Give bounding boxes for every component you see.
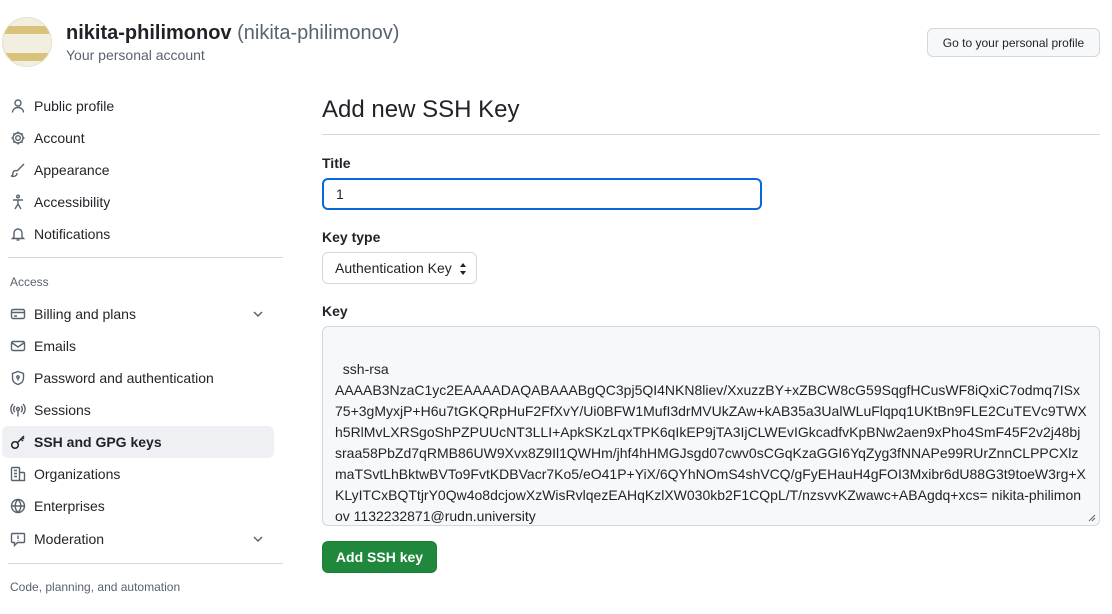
- organization-icon: [10, 466, 26, 482]
- bell-icon: [10, 226, 26, 242]
- sidebar-divider: [8, 257, 283, 258]
- sidebar-item-ssh-gpg-keys[interactable]: SSH and GPG keys: [2, 426, 274, 458]
- account-subtitle: Your personal account: [66, 47, 205, 63]
- sidebar-item-moderation[interactable]: Moderation: [2, 523, 274, 555]
- account-name: nikita-philimonov (nikita-philimonov): [66, 22, 399, 45]
- sidebar-item-notifications[interactable]: Notifications: [2, 218, 274, 250]
- sidebar-item-organizations[interactable]: Organizations: [2, 458, 274, 490]
- account-handle: (nikita-philimonov): [237, 22, 400, 44]
- select-arrows-icon: [460, 263, 466, 275]
- sidebar-item-appearance[interactable]: Appearance: [2, 154, 274, 186]
- sidebar-item-enterprises[interactable]: Enterprises: [2, 490, 274, 522]
- sidebar-item-label: Accessibility: [34, 194, 111, 210]
- chevron-down-icon[interactable]: [250, 306, 266, 322]
- sidebar-item-emails[interactable]: Emails: [2, 330, 274, 362]
- paintbrush-icon: [10, 162, 26, 178]
- key-type-value: Authentication Key: [335, 260, 452, 276]
- broadcast-icon: [10, 402, 26, 418]
- gear-icon: [10, 130, 26, 146]
- title-field-label: Title: [322, 155, 351, 171]
- sidebar-item-label: Appearance: [34, 162, 110, 178]
- key-type-label: Key type: [322, 229, 381, 245]
- sidebar-item-label: Moderation: [34, 531, 105, 547]
- person-icon: [10, 98, 26, 114]
- display-name: nikita-philimonov: [66, 22, 232, 44]
- title-input[interactable]: [322, 178, 762, 210]
- sidebar-item-label: Notifications: [34, 226, 111, 242]
- chevron-down-icon[interactable]: [250, 531, 266, 547]
- resize-handle-icon[interactable]: [1088, 514, 1096, 522]
- report-icon: [10, 531, 26, 547]
- sidebar-item-sessions[interactable]: Sessions: [2, 394, 274, 426]
- go-to-profile-button[interactable]: Go to your personal profile: [927, 28, 1100, 57]
- sidebar-item-public-profile[interactable]: Public profile: [2, 90, 274, 122]
- add-ssh-key-button[interactable]: Add SSH key: [322, 541, 437, 573]
- section-label-access: Access: [10, 275, 49, 289]
- sidebar-item-label: Billing and plans: [34, 306, 136, 322]
- sidebar-item-label: Emails: [34, 338, 77, 354]
- avatar: [2, 17, 52, 67]
- key-icon: [10, 434, 26, 450]
- sidebar-item-label: Password and authentication: [34, 370, 214, 386]
- key-type-select[interactable]: Authentication Key: [322, 252, 477, 284]
- sidebar-item-accessibility[interactable]: Accessibility: [2, 186, 274, 218]
- sidebar-item-label: SSH and GPG keys: [34, 434, 162, 450]
- sidebar-item-label: Organizations: [34, 466, 121, 482]
- sidebar-item-label: Public profile: [34, 98, 115, 114]
- section-label-code-planning: Code, planning, and automation: [10, 580, 181, 594]
- title-divider: [322, 134, 1100, 135]
- sidebar-item-label: Account: [34, 130, 85, 146]
- sidebar-item-billing[interactable]: Billing and plans: [2, 298, 274, 330]
- mail-icon: [10, 338, 26, 354]
- key-textarea-value: ssh-rsa AAAAB3NzaC1yc2EAAAADAQABAAABgQC3…: [335, 361, 1087, 524]
- sidebar-item-password[interactable]: Password and authentication: [2, 362, 274, 394]
- accessibility-icon: [10, 194, 26, 210]
- key-textarea[interactable]: ssh-rsa AAAAB3NzaC1yc2EAAAADAQABAAABgQC3…: [322, 326, 1100, 526]
- sidebar-item-label: Enterprises: [34, 498, 105, 514]
- globe-icon: [10, 498, 26, 514]
- sidebar-item-account[interactable]: Account: [2, 122, 274, 154]
- sidebar-item-label: Sessions: [34, 402, 91, 418]
- page-title: Add new SSH Key: [322, 96, 520, 123]
- sidebar-divider: [8, 563, 283, 564]
- shield-lock-icon: [10, 370, 26, 386]
- key-label: Key: [322, 303, 348, 319]
- credit-card-icon: [10, 306, 26, 322]
